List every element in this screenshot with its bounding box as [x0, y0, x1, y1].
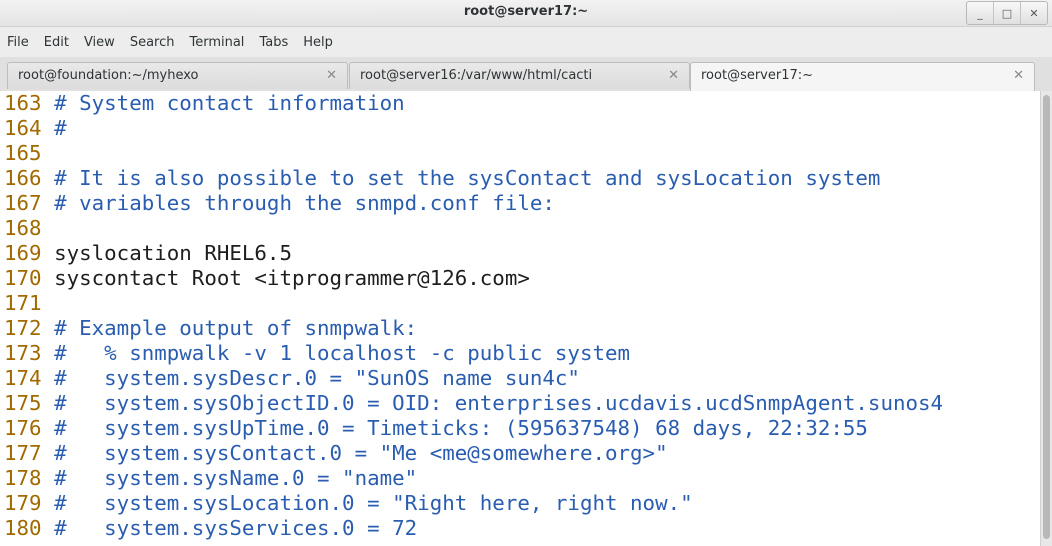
- terminal-output[interactable]: 163 # System contact information 164 #165…: [0, 91, 1040, 546]
- terminal-line: 168: [4, 216, 42, 241]
- terminal-line: 165: [4, 141, 42, 166]
- menu-view[interactable]: View: [77, 35, 123, 50]
- minimize-icon[interactable]: _: [967, 2, 994, 24]
- line-number: 178: [4, 466, 42, 490]
- menu-help[interactable]: Help: [296, 35, 341, 50]
- line-number: 180: [4, 516, 42, 540]
- menu-edit[interactable]: Edit: [37, 35, 77, 50]
- line-text: # system.sysObjectID.0 = OID: enterprise…: [41, 391, 944, 415]
- line-text: # variables through the snmpd.conf file:: [41, 191, 555, 215]
- line-number: 170: [4, 266, 42, 290]
- tab-bar: root@foundation:~/myhexo ✕ root@server16…: [0, 57, 1052, 92]
- window-title: root@server17:~: [463, 4, 589, 19]
- line-number: 171: [4, 291, 42, 315]
- terminal-line: 166 # It is also possible to set the sys…: [4, 166, 880, 191]
- terminal-line: 180 # system.sysServices.0 = 72: [4, 516, 417, 541]
- tab-foundation[interactable]: root@foundation:~/myhexo ✕: [7, 62, 348, 89]
- terminal-line: 173 # % snmpwalk -v 1 localhost -c publi…: [4, 341, 630, 366]
- menu-terminal[interactable]: Terminal: [182, 35, 252, 50]
- scrollbar-thumb[interactable]: [1043, 95, 1050, 539]
- tab-label: root@foundation:~/myhexo: [18, 68, 199, 83]
- line-number: 167: [4, 191, 42, 215]
- line-number: 177: [4, 441, 42, 465]
- line-number: 172: [4, 316, 42, 340]
- tab-label: root@server17:~: [701, 68, 814, 83]
- menu-search[interactable]: Search: [123, 35, 183, 50]
- title-bar[interactable]: root@server17:~ _ □ ✕: [0, 0, 1052, 27]
- terminal-line: 169 syslocation RHEL6.5: [4, 241, 292, 266]
- line-text: # system.sysUpTime.0 = Timeticks: (59563…: [41, 416, 868, 440]
- tab-server17[interactable]: root@server17:~ ✕: [690, 62, 1035, 91]
- line-number: 174: [4, 366, 42, 390]
- menu-tabs[interactable]: Tabs: [252, 35, 296, 50]
- line-number: 173: [4, 341, 42, 365]
- close-tab-icon[interactable]: ✕: [326, 63, 337, 89]
- line-text: #: [41, 116, 67, 140]
- line-number: 175: [4, 391, 42, 415]
- terminal-line: 163 # System contact information: [4, 91, 405, 116]
- close-icon[interactable]: ✕: [1021, 2, 1047, 24]
- line-text: # % snmpwalk -v 1 localhost -c public sy…: [41, 341, 631, 365]
- line-number: 168: [4, 216, 42, 240]
- line-number: 166: [4, 166, 42, 190]
- line-text: # system.sysContact.0 = "Me <me@somewher…: [41, 441, 668, 465]
- window-controls: _ □ ✕: [966, 1, 1048, 25]
- maximize-icon[interactable]: □: [994, 2, 1021, 24]
- terminal-line: 170 syscontact Root <itprogrammer@126.co…: [4, 266, 530, 291]
- line-text: # System contact information: [41, 91, 405, 115]
- terminal-line: 167 # variables through the snmpd.conf f…: [4, 191, 555, 216]
- line-number: 165: [4, 141, 42, 165]
- terminal-line: 171: [4, 291, 42, 316]
- terminal-line: 177 # system.sysContact.0 = "Me <me@some…: [4, 441, 668, 466]
- close-tab-icon[interactable]: ✕: [668, 63, 679, 89]
- terminal-line: 175 # system.sysObjectID.0 = OID: enterp…: [4, 391, 943, 416]
- terminal-line: 178 # system.sysName.0 = "name": [4, 466, 417, 491]
- line-text: # system.sysName.0 = "name": [41, 466, 418, 490]
- scrollbar[interactable]: [1040, 91, 1052, 546]
- line-number: 176: [4, 416, 42, 440]
- line-text: # Example output of snmpwalk:: [41, 316, 418, 340]
- tab-label: root@server16:/var/www/html/cacti: [360, 68, 593, 83]
- line-text: # system.sysLocation.0 = "Right here, ri…: [41, 491, 693, 515]
- terminal-line: 176 # system.sysUpTime.0 = Timeticks: (5…: [4, 416, 868, 441]
- terminal-line: 172 # Example output of snmpwalk:: [4, 316, 417, 341]
- terminal-line: 164 #: [4, 116, 67, 141]
- line-text: # system.sysDescr.0 = "SunOS name sun4c": [41, 366, 580, 390]
- line-text: syslocation RHEL6.5: [41, 241, 292, 265]
- line-number: 179: [4, 491, 42, 515]
- line-text: # system.sysServices.0 = 72: [41, 516, 418, 540]
- tab-server16[interactable]: root@server16:/var/www/html/cacti ✕: [349, 62, 690, 89]
- close-tab-icon[interactable]: ✕: [1013, 63, 1024, 89]
- menu-file[interactable]: File: [0, 35, 37, 50]
- line-number: 164: [4, 116, 42, 140]
- line-text: # It is also possible to set the sysCont…: [41, 166, 881, 190]
- line-number: 163: [4, 91, 42, 115]
- menu-bar: File Edit View Search Terminal Tabs Help: [0, 27, 1052, 57]
- line-text: syscontact Root <itprogrammer@126.com>: [41, 266, 530, 290]
- terminal-line: 174 # system.sysDescr.0 = "SunOS name su…: [4, 366, 580, 391]
- terminal-line: 179 # system.sysLocation.0 = "Right here…: [4, 491, 693, 516]
- line-number: 169: [4, 241, 42, 265]
